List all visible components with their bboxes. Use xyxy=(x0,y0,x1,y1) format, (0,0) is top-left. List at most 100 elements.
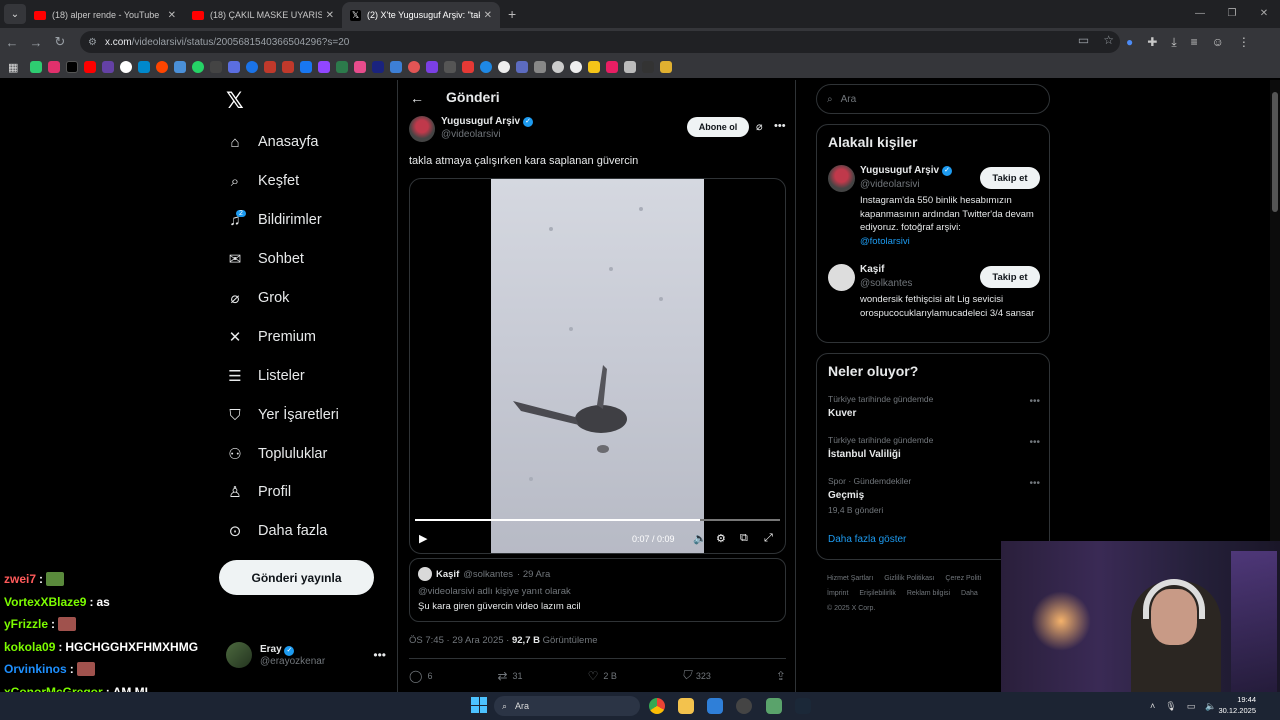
show-more-link[interactable]: Daha fazla göster xyxy=(828,534,906,545)
bookmark-icon[interactable] xyxy=(138,61,151,73)
taskbar-search[interactable]: ⌕ Ara xyxy=(494,696,640,716)
sidebar-item-communities[interactable]: ⚇ Topluluklar xyxy=(226,439,327,469)
obs-icon[interactable] xyxy=(766,698,782,714)
grok-icon[interactable]: ⌀ xyxy=(756,120,763,133)
footer-link[interactable]: Erişilebilirlik xyxy=(859,590,896,597)
footer-link[interactable]: Çerez Politi xyxy=(945,575,981,582)
repost-button[interactable]: ⇄ 31 xyxy=(497,668,522,683)
sidebar-item-lists[interactable]: ☰ Listeler xyxy=(226,361,304,391)
file-explorer-icon[interactable] xyxy=(678,698,694,714)
browser-menu-icon[interactable]: ⋮ xyxy=(1238,35,1250,49)
maximize-icon[interactable]: ❐ xyxy=(1216,0,1248,28)
profile-avatar-icon[interactable]: ☺ xyxy=(1212,35,1224,49)
bookmark-button[interactable]: ⛉ 323 xyxy=(682,668,711,683)
related-person[interactable]: Yugusuguf Arşiv ✓ @videolarsivi Instagram… xyxy=(828,165,1040,255)
reload-icon[interactable]: ↻ xyxy=(48,34,72,50)
app-icon[interactable] xyxy=(736,698,752,714)
close-tab-icon[interactable]: ✕ xyxy=(326,10,334,21)
footer-link[interactable]: Gizlilik Politikası xyxy=(884,575,934,582)
related-person[interactable]: Kaşif @solkantes wondersik fethişcisi al… xyxy=(828,264,1040,334)
bookmark-icon[interactable] xyxy=(462,61,475,73)
more-icon[interactable]: ••• xyxy=(1029,396,1040,407)
person-name[interactable]: Yugusuguf Arşiv ✓ xyxy=(860,165,953,176)
bookmark-icon[interactable] xyxy=(264,61,277,73)
person-handle[interactable]: @videolarsivi xyxy=(860,179,920,190)
share-button[interactable]: ⇪ xyxy=(776,668,786,683)
footer-link[interactable]: İmprint xyxy=(827,590,848,597)
back-icon[interactable]: ← xyxy=(0,35,24,50)
more-icon[interactable]: ••• xyxy=(1029,437,1040,448)
bookmark-icon[interactable] xyxy=(408,61,421,73)
avatar[interactable] xyxy=(828,264,855,291)
scrollbar-thumb[interactable] xyxy=(1272,92,1278,212)
close-window-icon[interactable]: ✕ xyxy=(1248,0,1280,28)
volume-icon[interactable]: 🔈 xyxy=(693,532,707,545)
avatar[interactable] xyxy=(828,165,855,192)
search-input[interactable]: ⌕ Ara xyxy=(816,84,1050,114)
sidebar-item-more[interactable]: ⊙ Daha fazla xyxy=(226,516,328,546)
address-bar[interactable]: ⚙ x.com/videolarsivi/status/200568154036… xyxy=(80,31,1120,53)
video-progress-bar[interactable] xyxy=(415,519,780,521)
trend-item[interactable]: Türkiye tarihinde gündemde İstanbul Vali… xyxy=(828,435,1040,460)
subscribe-button[interactable]: Abone ol xyxy=(687,117,749,137)
close-tab-icon[interactable]: ✕ xyxy=(168,10,176,21)
microphone-icon[interactable]: 🎙 xyxy=(1165,701,1176,712)
trend-item[interactable]: Spor · Gündemdekiler Geçmiş 19,4 B gönde… xyxy=(828,476,1040,515)
site-info-icon[interactable]: ⚙ xyxy=(88,37,97,48)
bookmark-icon[interactable] xyxy=(444,61,457,73)
post-button[interactable]: Gönderi yayınla xyxy=(219,560,374,595)
cast-icon[interactable]: ▭ xyxy=(1078,33,1089,47)
bookmark-icon[interactable] xyxy=(624,61,637,73)
like-button[interactable]: ♡ 2 B xyxy=(588,668,617,683)
bookmark-icon[interactable] xyxy=(246,61,259,73)
sidebar-item-premium[interactable]: ✕ Premium xyxy=(226,322,316,352)
follow-button[interactable]: Takip et xyxy=(980,266,1040,288)
photos-icon[interactable] xyxy=(707,698,723,714)
more-icon[interactable]: ••• xyxy=(373,648,386,662)
back-arrow-icon[interactable]: ← xyxy=(410,90,424,106)
apps-grid-icon[interactable]: ▦ xyxy=(8,61,18,74)
bookmark-icon[interactable] xyxy=(174,61,187,73)
account-switcher[interactable]: Eray ✓ @erayozkenar ••• xyxy=(226,642,386,668)
sidebar-item-grok[interactable]: ⌀ Grok xyxy=(226,283,289,313)
play-icon[interactable]: ▶ xyxy=(419,532,427,545)
instagram-icon[interactable] xyxy=(48,61,61,73)
chrome-icon[interactable] xyxy=(649,698,665,714)
bookmark-icon[interactable] xyxy=(336,61,349,73)
quoted-reply[interactable]: Kaşif @solkantes · 29 Ara @videolarsivi … xyxy=(409,558,786,622)
bookmark-icon[interactable] xyxy=(588,61,601,73)
taskbar-clock[interactable]: 19:44 30.12.2025 xyxy=(1218,694,1256,716)
person-handle[interactable]: @solkantes xyxy=(860,278,912,289)
browser-tab-2[interactable]: (18) ÇAKIL MASKE UYARISI VİRÜ ✕ xyxy=(184,2,342,28)
youtube-icon[interactable] xyxy=(84,61,97,73)
more-icon[interactable]: ••• xyxy=(1029,478,1040,489)
sidebar-item-explore[interactable]: ⌕ Keşfet xyxy=(226,166,299,196)
bookmark-icon[interactable] xyxy=(390,61,403,73)
browser-tab-3[interactable]: 𝕏 (2) X'te Yugusuguf Arşiv: "takla ✕ xyxy=(342,2,500,28)
bookmark-icon[interactable] xyxy=(606,61,619,73)
google-icon[interactable] xyxy=(120,61,133,73)
browser-tab-1[interactable]: (18) alper rende - YouTube ✕ xyxy=(26,2,184,28)
x-icon[interactable] xyxy=(66,61,79,73)
bookmark-star-icon[interactable]: ☆ xyxy=(1103,33,1114,47)
footer-link[interactable]: Hizmet Şartları xyxy=(827,575,873,582)
bookmark-icon[interactable] xyxy=(480,61,493,73)
reply-button[interactable]: ◯ 6 xyxy=(409,668,432,683)
minimize-icon[interactable]: — xyxy=(1184,0,1216,28)
more-icon[interactable]: ••• xyxy=(774,120,786,132)
settings-icon[interactable]: ⚙ xyxy=(716,532,726,545)
twitch-icon[interactable] xyxy=(318,61,331,73)
facebook-icon[interactable] xyxy=(300,61,313,73)
forward-icon[interactable]: → xyxy=(24,35,48,50)
bookmark-icon[interactable] xyxy=(516,61,529,73)
tab-search-icon[interactable]: ⌄ xyxy=(4,4,26,24)
bookmark-icon[interactable] xyxy=(354,61,367,73)
bookmark-icon[interactable] xyxy=(228,61,241,73)
bookmark-icon[interactable] xyxy=(372,61,385,73)
video-player[interactable]: ▶ 0:07 / 0:09 🔈 ⚙ ⧉ ⤢ xyxy=(409,178,786,554)
footer-link[interactable]: Reklam bilgisi xyxy=(907,590,950,597)
bio-link[interactable]: @fotolarsivi xyxy=(860,235,1035,249)
author-handle[interactable]: @videolarsivi xyxy=(441,129,533,140)
whatsapp-icon[interactable] xyxy=(192,61,205,73)
video-frame[interactable] xyxy=(491,179,704,553)
